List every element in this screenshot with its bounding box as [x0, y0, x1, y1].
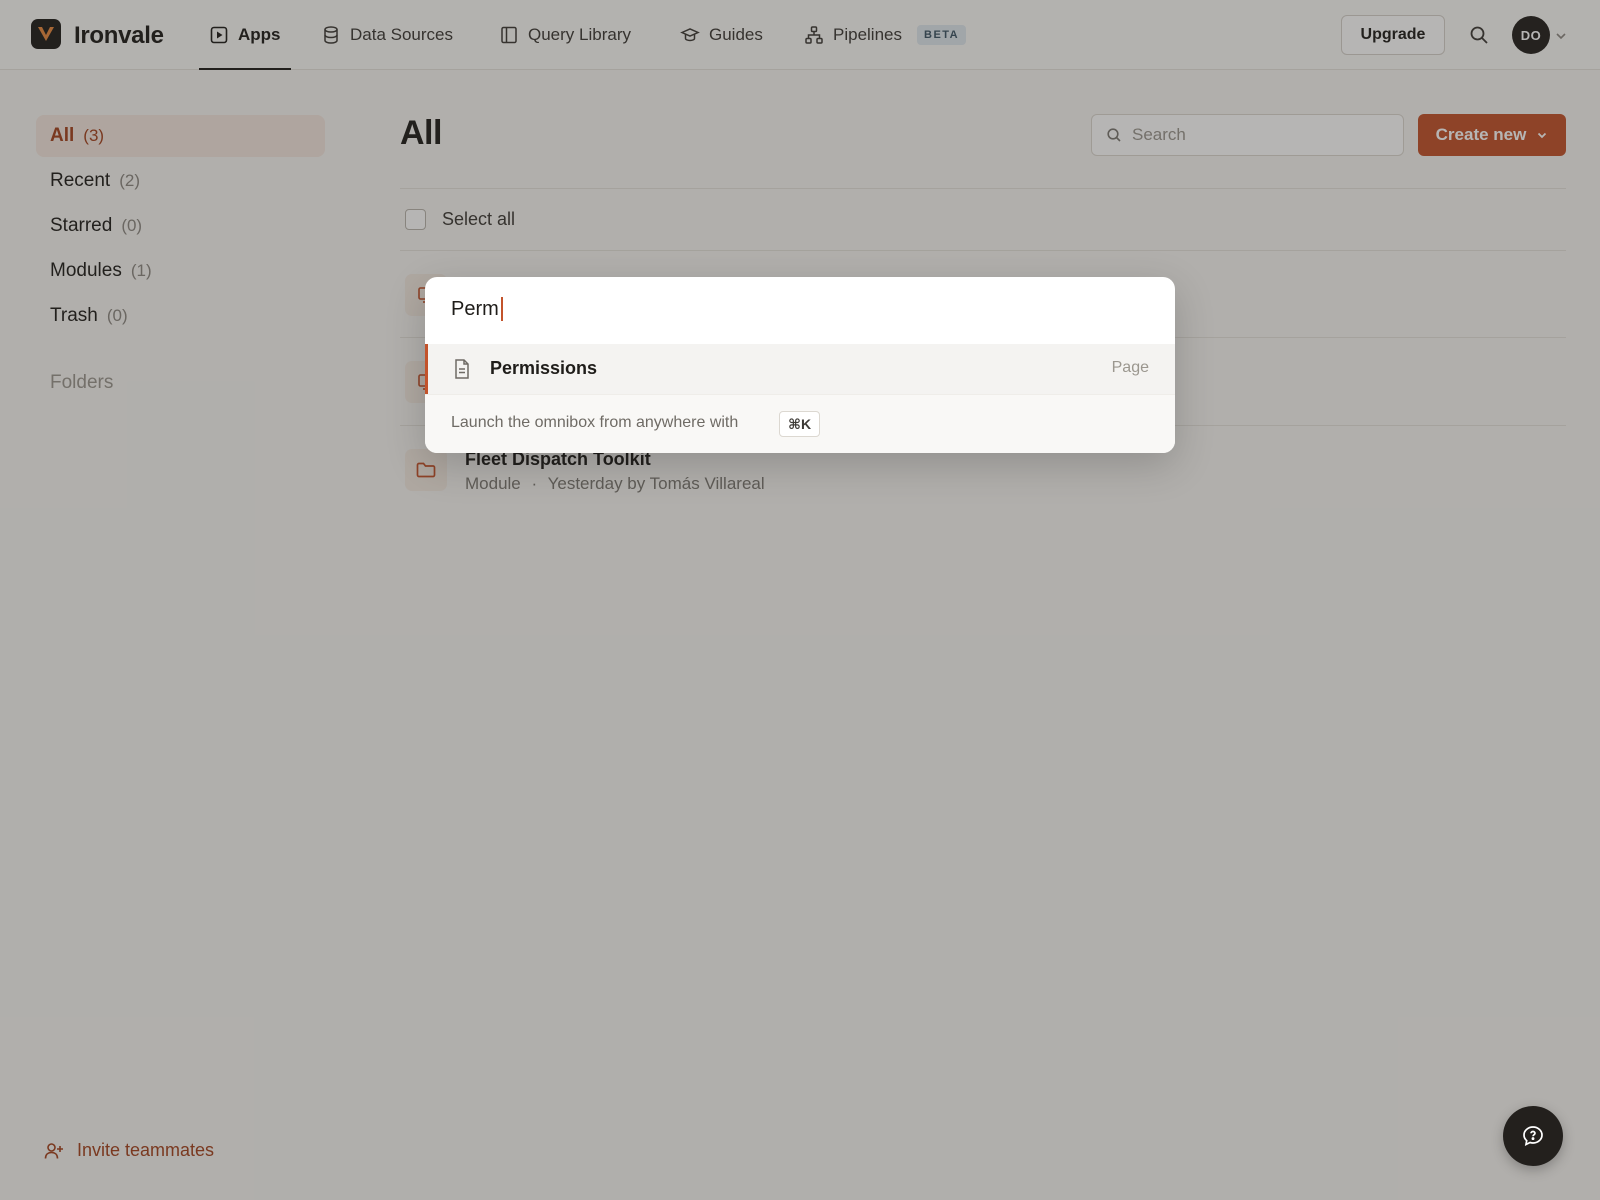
omnibox-dialog: Perm Permissions Page Launch the omnibox…: [425, 277, 1175, 453]
omnibox-footer: Launch the omnibox from anywhere with ⌘K: [425, 394, 1175, 453]
text-caret: [500, 297, 503, 321]
modal-backdrop[interactable]: [0, 0, 1600, 1200]
document-icon: [455, 359, 469, 379]
keyboard-shortcut: ⌘K: [779, 411, 821, 437]
result-kind: Page: [1111, 359, 1149, 376]
omnibox-input[interactable]: Perm: [451, 297, 503, 321]
help-button[interactable]: [1503, 1106, 1563, 1166]
omnibox-hint: Launch the omnibox from anywhere with: [451, 414, 739, 431]
omnibox-query: Perm: [451, 297, 499, 320]
help-chat-icon: [1523, 1126, 1543, 1147]
omnibox-result-item[interactable]: Permissions Page: [425, 344, 1175, 394]
result-label: Permissions: [490, 358, 598, 378]
